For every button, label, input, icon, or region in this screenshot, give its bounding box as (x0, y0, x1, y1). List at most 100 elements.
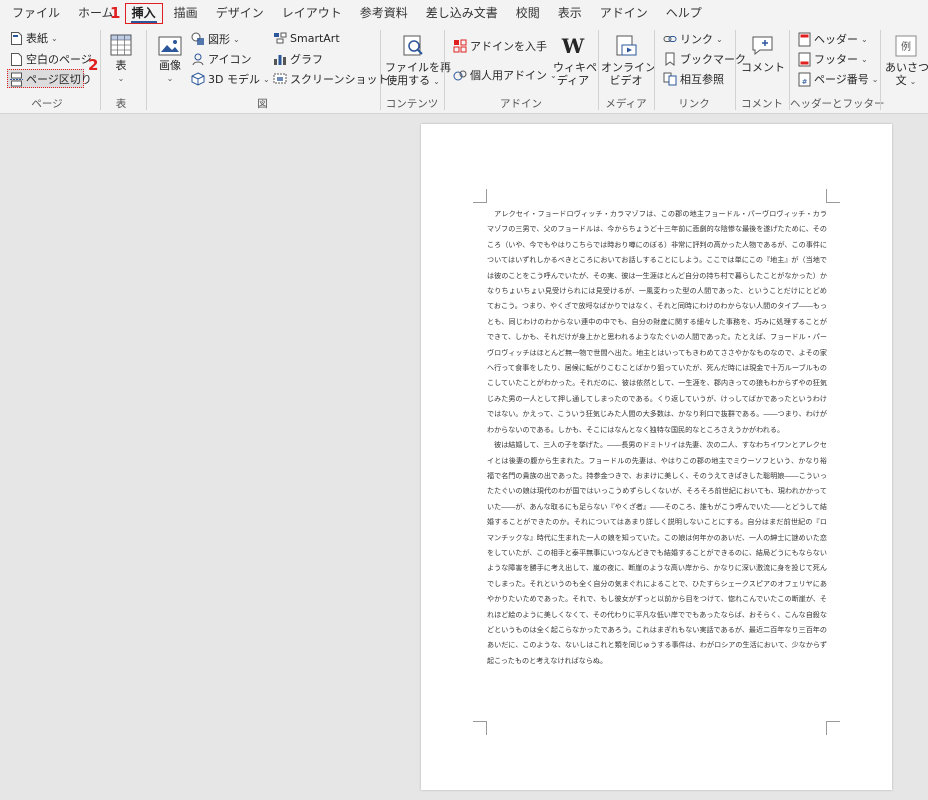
cross-reference-button[interactable]: 相互参照 (663, 71, 724, 87)
chevron-down-icon: ⌄ (51, 33, 58, 43)
group-content: ファイルを再 使用する ⌄ コンテンツ (381, 26, 451, 114)
tab-layout[interactable]: レイアウト (273, 0, 351, 26)
group-table-label: 表 (115, 98, 127, 110)
tab-addins[interactable]: アドイン (591, 0, 657, 26)
chevron-down-icon: ⌄ (262, 74, 270, 84)
smartart-icon (273, 31, 287, 45)
online-video-button[interactable]: オンライン ビデオ (601, 34, 656, 87)
picture-icon (155, 36, 185, 56)
group-media-label: メディア (605, 98, 647, 110)
shapes-label: 図形 (208, 33, 230, 46)
tab-review[interactable]: 校閲 (507, 0, 549, 26)
wikipedia-label-2: ディア (556, 74, 590, 87)
footer-icon (798, 52, 811, 67)
new-comment-button[interactable]: コメント (740, 34, 786, 74)
greeting-icon: 例 (885, 34, 927, 58)
group-pages-label: ページ (31, 98, 63, 110)
page-break-icon (10, 72, 23, 87)
tab-draw[interactable]: 描画 (165, 0, 207, 26)
bookmark-button[interactable]: ブックマーク (663, 51, 746, 67)
crop-mark-top-left (473, 189, 487, 203)
page-number-button[interactable]: # ページ番号 ⌄ (798, 71, 878, 87)
greeting-label-2-text: 文 (895, 74, 907, 87)
icons-icon (191, 52, 205, 66)
wikipedia-icon: W (561, 34, 585, 58)
tab-file[interactable]: ファイル (3, 0, 69, 26)
shapes-button[interactable]: 図形 ⌄ (191, 31, 240, 47)
comment-icon (740, 34, 786, 58)
chevron-down-icon: ⌄ (233, 34, 240, 44)
ribbon-tab-bar: ファイル ホーム 挿入 描画 デザイン レイアウト 参考資料 差し込み文書 校閲… (0, 0, 928, 26)
cross-reference-label: 相互参照 (680, 73, 724, 86)
reuse-files-button[interactable]: ファイルを再 使用する ⌄ (385, 34, 451, 88)
footer-button[interactable]: フッター ⌄ (798, 51, 868, 67)
tab-mailings[interactable]: 差し込み文書 (417, 0, 507, 26)
blank-page-button[interactable]: 空白のページ (10, 51, 92, 67)
document-canvas[interactable]: アレクセイ・フョードロヴィッチ・カラマゾフは、この郡の地主フョードル・パーヴロヴ… (0, 115, 928, 800)
group-links: リンク ⌄ ブックマーク 相互参照 リンク (655, 26, 746, 114)
document-body[interactable]: アレクセイ・フョードロヴィッチ・カラマゾフは、この郡の地主フョードル・パーヴロヴ… (487, 206, 827, 668)
reuse-files-label-2-text: 使用する (386, 74, 431, 87)
paragraph[interactable]: アレクセイ・フョードロヴィッチ・カラマゾフは、この郡の地主フョードル・パーヴロヴ… (487, 206, 827, 437)
page-number-icon: # (798, 72, 811, 87)
group-addins-label: アドイン (500, 98, 542, 110)
blank-page-icon (10, 52, 23, 67)
svg-text:#: # (802, 78, 808, 86)
chevron-down-icon: ⌄ (909, 77, 917, 86)
chart-label: グラフ (290, 53, 323, 66)
group-addins: アドインを入手 個人用アドイン ⌄ W ウィキペ ディア アドイン (445, 26, 597, 114)
link-label: リンク (680, 33, 713, 46)
tab-help[interactable]: ヘルプ (657, 0, 711, 26)
tab-insert[interactable]: 挿入 (123, 0, 165, 26)
get-addins-label: アドインを入手 (470, 40, 547, 53)
greeting-button[interactable]: 例 あいさつ 文 ⌄ (885, 34, 928, 88)
store-icon (453, 39, 467, 53)
my-addins-button[interactable]: 個人用アドイン ⌄ (453, 67, 557, 83)
chevron-down-icon: ⌄ (716, 34, 723, 44)
video-icon (601, 34, 651, 58)
picture-label: 画像 (159, 59, 181, 72)
group-comments: コメント コメント (736, 26, 788, 114)
paragraph[interactable]: 彼は結婚して、三人の子を挙げた。――長男のドミトリイは先妻、次の二人、すなわちイ… (487, 437, 827, 668)
header-button[interactable]: ヘッダー ⌄ (798, 31, 868, 47)
group-illustrations: 画像 ⌄ 図形 ⌄ アイコン 3D モデル ⌄ SmartArt グラフ スクリーン… (147, 26, 398, 114)
wikipedia-label-1: ウィキペ (553, 61, 597, 74)
shapes-icon (191, 32, 205, 46)
step-1-marker: 1 (110, 4, 121, 22)
chevron-down-icon: ⌄ (433, 77, 440, 86)
icons-button[interactable]: アイコン (191, 51, 251, 67)
cube-icon (191, 72, 205, 86)
group-pages: 表紙 ⌄ 空白のページ ページ区切り ページ (0, 26, 94, 114)
chart-button[interactable]: グラフ (273, 51, 323, 67)
wikipedia-button[interactable]: W ウィキペ ディア (553, 34, 597, 87)
crop-mark-top-right (826, 189, 840, 203)
reuse-files-label-2: 使用する ⌄ (385, 74, 441, 88)
3d-models-label: 3D モデル (208, 73, 260, 86)
online-video-label-1: オンライン (601, 61, 656, 74)
tab-design[interactable]: デザイン (207, 0, 273, 26)
smartart-button[interactable]: SmartArt (273, 31, 340, 45)
chevron-down-icon: ⌄ (871, 74, 879, 84)
my-addins-icon (453, 68, 467, 82)
table-button[interactable]: 表 ⌄ (107, 34, 135, 85)
cover-page-icon (10, 31, 23, 46)
my-addins-label: 個人用アドイン (470, 69, 547, 82)
group-text: 例 あいさつ 文 ⌄ (881, 26, 928, 114)
icons-label: アイコン (208, 53, 252, 66)
page-break-button[interactable]: ページ区切り (10, 71, 92, 87)
tab-view[interactable]: 表示 (549, 0, 591, 26)
cover-page-button[interactable]: 表紙 ⌄ (10, 30, 58, 46)
group-header-footer: ヘッダー ⌄ フッター ⌄ # ページ番号 ⌄ ヘッダーとフッター (790, 26, 885, 114)
crop-mark-bottom-left (473, 721, 487, 735)
reuse-files-label-1: ファイルを再 (385, 61, 451, 74)
link-button[interactable]: リンク ⌄ (663, 31, 723, 47)
group-table: 表 ⌄ 表 (101, 26, 141, 114)
chevron-down-icon: ⌄ (117, 74, 125, 83)
3d-models-button[interactable]: 3D モデル ⌄ (191, 71, 270, 87)
footer-label: フッター (814, 53, 858, 66)
greeting-label-2: 文 ⌄ (885, 74, 927, 88)
picture-button[interactable]: 画像 ⌄ (155, 36, 185, 85)
tab-references[interactable]: 参考資料 (351, 0, 417, 26)
document-page[interactable]: アレクセイ・フョードロヴィッチ・カラマゾフは、この郡の地主フョードル・パーヴロヴ… (421, 124, 892, 790)
get-addins-button[interactable]: アドインを入手 (453, 38, 547, 54)
